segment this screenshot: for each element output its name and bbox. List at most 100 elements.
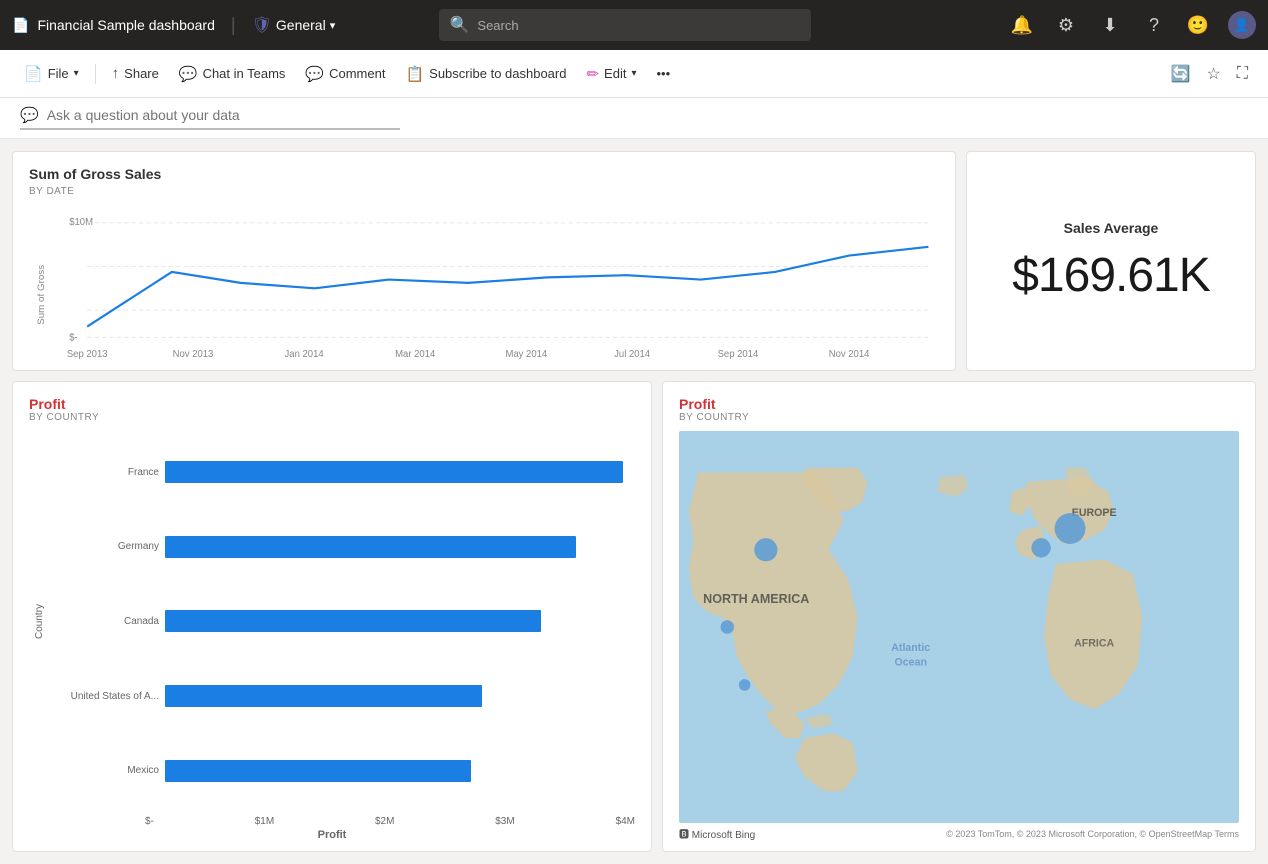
- x-label-3: $3M: [495, 816, 514, 827]
- profit-bar-title: Profit: [29, 396, 635, 412]
- svg-text:Nov 2014: Nov 2014: [829, 349, 870, 360]
- notifications-button[interactable]: 🔔: [1008, 11, 1036, 39]
- atlantic-label: Atlantic: [891, 642, 930, 654]
- search-input[interactable]: [477, 18, 801, 33]
- bottom-row: Profit BY COUNTRY Country France: [12, 381, 1256, 852]
- profit-map-card: Profit BY COUNTRY: [662, 381, 1256, 852]
- main-content: Sum of Gross Sales BY DATE Sum of Gross …: [0, 139, 1268, 864]
- file-label: File: [48, 66, 69, 81]
- nav-icons: 🔔 ⚙ ⬇ ? 🙂 👤: [1008, 11, 1256, 39]
- bar-fill-france: [165, 461, 623, 483]
- avatar-icon: 👤: [1234, 17, 1250, 33]
- sales-avg-title: Sales Average: [1064, 220, 1159, 236]
- svg-text:Jul 2014: Jul 2014: [614, 349, 651, 360]
- bar-chart-area: Country France Germany: [29, 431, 635, 841]
- comment-label: Comment: [329, 66, 385, 81]
- toolbar-right: 🔄 ☆ ⛶: [1167, 60, 1252, 88]
- file-button[interactable]: 📄 File ▾: [16, 60, 87, 88]
- edit-icon: ✏: [586, 65, 599, 83]
- bar-row-usa: United States of A...: [49, 682, 635, 710]
- share-label: Share: [124, 66, 159, 81]
- comment-icon: 💬: [305, 65, 324, 83]
- download-button[interactable]: ⬇: [1096, 11, 1124, 39]
- map-area: NORTH AMERICA EUROPE AFRICA Atlantic Oce…: [679, 431, 1239, 823]
- feedback-button[interactable]: 🙂: [1184, 11, 1212, 39]
- map-footer: 🅱 Microsoft Bing © 2023 TomTom, © 2023 M…: [679, 826, 1239, 841]
- refresh-button[interactable]: 🔄: [1167, 60, 1195, 88]
- bar-container-canada: [165, 610, 635, 632]
- subscribe-label: Subscribe to dashboard: [429, 66, 566, 81]
- dot-europe-2: [1031, 538, 1050, 557]
- line-chart-svg: Sum of Gross $10M $- Sep 2013 Nov 2013 J…: [29, 201, 939, 365]
- gross-sales-card: Sum of Gross Sales BY DATE Sum of Gross …: [12, 151, 956, 371]
- bar-fill-mexico: [165, 760, 471, 782]
- toolbar: 📄 File ▾ ↑ Share 💬 Chat in Teams 💬 Comme…: [0, 50, 1268, 98]
- subscribe-icon: 📋: [405, 65, 424, 83]
- svg-text:Nov 2013: Nov 2013: [173, 349, 214, 360]
- dashboard-title: Financial Sample dashboard: [37, 17, 214, 33]
- search-icon: 🔍: [449, 15, 469, 35]
- qa-bar: 💬: [0, 98, 1268, 139]
- svg-text:Mar 2014: Mar 2014: [395, 349, 436, 360]
- bar-row-mexico: Mexico: [49, 757, 635, 785]
- x-axis-labels: $- $1M $2M $3M $4M: [29, 816, 635, 827]
- bar-fill-germany: [165, 536, 576, 558]
- workspace-selector[interactable]: 🛡 General ▾: [252, 15, 336, 35]
- gross-sales-subtitle: BY DATE: [29, 186, 939, 197]
- bing-logo: 🅱 Microsoft Bing: [679, 826, 755, 841]
- favorite-button[interactable]: ☆: [1202, 60, 1224, 88]
- svg-text:Sep 2014: Sep 2014: [718, 349, 759, 360]
- avatar[interactable]: 👤: [1228, 11, 1256, 39]
- map-attribution: © 2023 TomTom, © 2023 Microsoft Corporat…: [946, 829, 1239, 839]
- page-icon: 📄: [12, 17, 29, 34]
- bar-container-germany: [165, 536, 635, 558]
- bar-label-mexico: Mexico: [49, 765, 159, 776]
- profit-bar-subtitle: BY COUNTRY: [29, 412, 635, 423]
- subscribe-button[interactable]: 📋 Subscribe to dashboard: [397, 60, 574, 88]
- bar-container-usa: [165, 685, 635, 707]
- fullscreen-button[interactable]: ⛶: [1233, 61, 1252, 87]
- nav-divider: |: [231, 15, 236, 36]
- more-label: •••: [656, 66, 670, 81]
- share-icon: ↑: [112, 65, 120, 82]
- svg-text:Jan 2014: Jan 2014: [285, 349, 325, 360]
- edit-chevron-icon: ▾: [631, 68, 636, 79]
- bars-area: France Germany Canada: [49, 431, 635, 812]
- help-button[interactable]: ?: [1140, 11, 1168, 39]
- top-row: Sum of Gross Sales BY DATE Sum of Gross …: [12, 151, 1256, 371]
- comment-button[interactable]: 💬 Comment: [297, 60, 393, 88]
- qa-input-wrap[interactable]: 💬: [20, 106, 400, 130]
- settings-button[interactable]: ⚙: [1052, 11, 1080, 39]
- sales-avg-card: Sales Average $169.61K: [966, 151, 1256, 371]
- nav-title: 📄 Financial Sample dashboard: [12, 17, 215, 34]
- svg-text:$-: $-: [69, 333, 77, 344]
- bar-label-canada: Canada: [49, 616, 159, 627]
- bar-container-mexico: [165, 760, 635, 782]
- svg-text:Sum of Gross: Sum of Gross: [36, 265, 47, 325]
- shield-icon: 🛡: [252, 15, 272, 35]
- qa-input[interactable]: [47, 107, 400, 123]
- bar-row-canada: Canada: [49, 607, 635, 635]
- bar-fill-canada: [165, 610, 541, 632]
- chevron-down-icon: ▾: [330, 19, 336, 32]
- x-label-1: $1M: [255, 816, 274, 827]
- ocean-label: Ocean: [895, 657, 927, 669]
- workspace-name: General: [276, 17, 326, 33]
- toolbar-separator-1: [95, 64, 96, 84]
- share-button[interactable]: ↑ Share: [104, 60, 167, 87]
- gross-sales-title: Sum of Gross Sales: [29, 166, 939, 182]
- qa-icon: 💬: [20, 106, 39, 124]
- profit-map-subtitle: BY COUNTRY: [679, 412, 1239, 423]
- search-bar[interactable]: 🔍: [439, 9, 811, 41]
- chat-teams-button[interactable]: 💬 Chat in Teams: [171, 60, 294, 88]
- file-icon: 📄: [24, 65, 43, 83]
- x-label-4: $4M: [616, 816, 635, 827]
- edit-button[interactable]: ✏ Edit ▾: [578, 60, 644, 88]
- y-axis-label: Country: [34, 604, 45, 639]
- dot-mexico: [739, 679, 751, 691]
- svg-text:Sep 2013: Sep 2013: [67, 349, 108, 360]
- bar-row-france: France: [49, 458, 635, 486]
- edit-label: Edit: [604, 66, 626, 81]
- more-button[interactable]: •••: [648, 61, 678, 86]
- teams-icon: 💬: [179, 65, 198, 83]
